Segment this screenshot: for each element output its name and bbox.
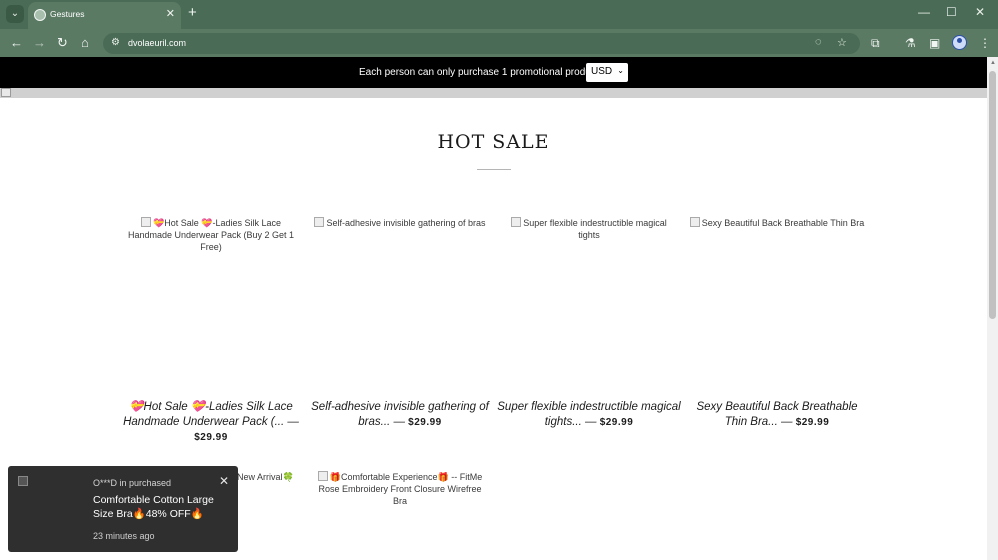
browser-toolbar: ← → ↻ ⌂ ⚙ dvolaeuril.com ◌ ☆ ⧉ ⚗ ▣ ⋮ bbox=[0, 29, 998, 57]
address-bar[interactable]: ⚙ dvolaeuril.com ◌ ☆ bbox=[103, 33, 860, 54]
notification-product-image bbox=[18, 476, 28, 486]
globe-icon bbox=[34, 9, 46, 21]
browser-tab-bar: ⌄ Gestures ✕ + — ☐ ✕ bbox=[0, 0, 998, 29]
url-text[interactable]: dvolaeuril.com bbox=[128, 38, 186, 48]
product-image[interactable]: Self-adhesive invisible gathering of bra… bbox=[312, 217, 488, 229]
star-icon[interactable]: ☆ bbox=[837, 36, 847, 49]
product-image[interactable]: Super flexible indestructible magical ti… bbox=[501, 217, 677, 241]
promo-bar: Each person can only purchase 1 promotio… bbox=[0, 57, 987, 88]
broken-image-icon bbox=[314, 217, 325, 227]
product-price: $29.99 bbox=[194, 432, 228, 443]
broken-image-icon bbox=[689, 217, 700, 227]
product-title[interactable]: Self-adhesive invisible gathering of bra… bbox=[308, 400, 492, 430]
home-icon[interactable]: ⌂ bbox=[81, 34, 89, 52]
product-title[interactable]: Sexy Beautiful Back Breathable Thin Bra.… bbox=[685, 400, 869, 430]
forward-icon[interactable]: → bbox=[33, 34, 46, 52]
broken-image-icon bbox=[1, 88, 11, 97]
minimize-icon[interactable]: — bbox=[918, 5, 930, 19]
product-price: $29.99 bbox=[599, 417, 634, 428]
page-scrollbar[interactable]: ▲ bbox=[987, 57, 998, 560]
chevron-down-icon: ⌄ bbox=[617, 66, 624, 75]
promo-text: Each person can only purchase 1 promotio… bbox=[359, 67, 604, 78]
broken-image-icon bbox=[317, 471, 328, 481]
page-content: Each person can only purchase 1 promotio… bbox=[0, 57, 987, 560]
broken-image-icon bbox=[511, 217, 522, 227]
browser-tab[interactable]: Gestures ✕ bbox=[28, 2, 181, 29]
reload-icon[interactable]: ↻ bbox=[57, 34, 68, 52]
extensions-icon[interactable]: ⧉ bbox=[871, 35, 880, 51]
tab-title: Gestures bbox=[50, 9, 85, 19]
product-image[interactable]: 💝Hot Sale 💝-Ladies Silk Lace Handmade Un… bbox=[123, 217, 299, 253]
currency-select[interactable]: USD ⌄ bbox=[586, 63, 628, 82]
maximize-icon[interactable]: ☐ bbox=[946, 5, 957, 19]
tab-search-icon[interactable]: ⌄ bbox=[6, 5, 24, 23]
window-close-icon[interactable]: ✕ bbox=[975, 5, 985, 19]
side-panel-icon[interactable]: ▣ bbox=[929, 35, 940, 51]
section-heading: HOT SALE bbox=[437, 131, 550, 153]
banner-image[interactable] bbox=[0, 88, 987, 98]
currency-value: USD bbox=[591, 66, 613, 77]
back-icon[interactable]: ← bbox=[10, 34, 23, 52]
product-image[interactable]: Sexy Beautiful Back Breathable Thin Bra bbox=[689, 217, 865, 229]
product-price: $29.99 bbox=[408, 417, 442, 428]
close-icon[interactable]: ✕ bbox=[219, 474, 229, 488]
menu-icon[interactable]: ⋮ bbox=[979, 35, 991, 51]
product-title[interactable]: 💝Hot Sale 💝-Ladies Silk Lace Handmade Un… bbox=[119, 400, 303, 445]
broken-image-icon bbox=[141, 217, 152, 227]
profile-icon[interactable] bbox=[952, 35, 967, 50]
product-price: $29.99 bbox=[795, 417, 830, 428]
eye-off-icon[interactable]: ◌ bbox=[815, 36, 822, 48]
plus-icon[interactable]: + bbox=[188, 4, 197, 22]
purchase-notification[interactable]: O***D in purchased Comfortable Cotton La… bbox=[8, 466, 238, 552]
heading-divider bbox=[477, 169, 511, 170]
labs-icon[interactable]: ⚗ bbox=[905, 35, 916, 51]
product-title[interactable]: Super flexible indestructible magical ti… bbox=[497, 400, 681, 430]
close-icon[interactable]: ✕ bbox=[166, 7, 175, 20]
site-info-icon[interactable]: ⚙ bbox=[111, 37, 120, 48]
notification-product[interactable]: Comfortable Cotton Large Size Bra🔥48% OF… bbox=[93, 493, 233, 521]
notification-buyer: O***D in purchased bbox=[93, 478, 172, 488]
scroll-up-icon[interactable]: ▲ bbox=[990, 60, 996, 66]
product-image[interactable]: 🎁Comfortable Experience🎁 -- FitMe Rose E… bbox=[312, 471, 488, 507]
scroll-thumb[interactable] bbox=[989, 71, 996, 319]
notification-time: 23 minutes ago bbox=[93, 531, 155, 541]
